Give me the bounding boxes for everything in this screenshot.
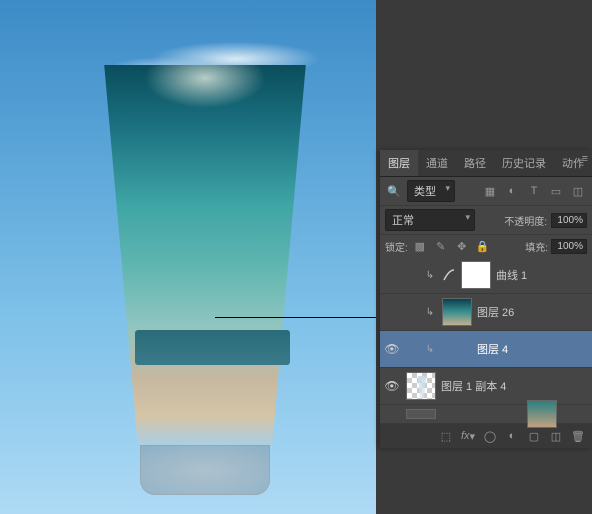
kind-filter-dropdown[interactable]: 类型 — [407, 180, 455, 202]
canvas-area[interactable] — [0, 0, 376, 514]
layers-list: ↳ 曲线 1 ↳ 图层 26 👁 ↳ 图层 4 👁 图层 1 副本 4 — [380, 257, 592, 424]
fill-input[interactable]: 100% — [551, 239, 587, 254]
search-icon[interactable]: 🔍 — [385, 183, 403, 199]
filter-adjust-icon[interactable]: ◐ — [503, 183, 521, 199]
filter-type-icon[interactable]: T — [525, 183, 543, 199]
blend-mode-dropdown[interactable]: 正常 — [385, 209, 475, 231]
lock-position-icon[interactable]: ✥ — [453, 238, 471, 254]
layer-thumbnail — [406, 409, 436, 419]
mask-thumbnail[interactable] — [461, 261, 491, 289]
delete-icon[interactable]: 🗑 — [568, 428, 588, 444]
adjustment-icon[interactable]: ◐ — [502, 428, 522, 444]
lock-transparent-icon[interactable]: ▩ — [411, 238, 429, 254]
fill-label: 填充: — [525, 239, 548, 254]
visibility-toggle[interactable]: 👁 — [383, 379, 401, 393]
layers-panel: 图层 通道 路径 历史记录 动作 ≡ 🔍 类型 ▦ ◐ T ▭ ◫ 正常 不透明… — [380, 150, 592, 448]
clip-icon: ↳ — [423, 344, 437, 355]
glass-base — [140, 445, 270, 495]
lock-label: 锁定: — [385, 239, 408, 254]
lock-image-icon[interactable]: ✎ — [432, 238, 450, 254]
clip-icon: ↳ — [423, 307, 437, 318]
blur-band — [135, 330, 290, 365]
underwater-sunrays — [105, 60, 305, 240]
group-icon[interactable]: ▢ — [524, 428, 544, 444]
filter-smart-icon[interactable]: ◫ — [569, 183, 587, 199]
panel-footer: ⬚ fx▾ ◯ ◐ ▢ ◫ 🗑 — [380, 424, 592, 448]
filter-row: 🔍 类型 ▦ ◐ T ▭ ◫ — [380, 177, 592, 206]
filter-shape-icon[interactable]: ▭ — [547, 183, 565, 199]
layer-row[interactable]: ↳ 图层 26 — [380, 294, 592, 331]
layer-row[interactable]: 👁 图层 1 副本 4 — [380, 368, 592, 405]
layer-row-partial[interactable] — [380, 405, 592, 424]
blend-row: 正常 不透明度: 100% — [380, 206, 592, 235]
clip-icon: ↳ — [423, 270, 437, 281]
filter-pixel-icon[interactable]: ▦ — [481, 183, 499, 199]
layer-row[interactable]: ↳ 曲线 1 — [380, 257, 592, 294]
curves-icon — [442, 268, 456, 282]
panel-menu-icon[interactable]: ≡ — [582, 153, 588, 165]
new-layer-icon[interactable]: ◫ — [546, 428, 566, 444]
layer-name[interactable]: 图层 4 — [477, 341, 508, 357]
fx-icon[interactable]: fx▾ — [458, 428, 478, 444]
layer-row[interactable]: 👁 ↳ 图层 4 — [380, 331, 592, 368]
visibility-toggle[interactable]: 👁 — [383, 342, 401, 356]
opacity-input[interactable]: 100% — [551, 213, 587, 228]
layer-thumbnail[interactable] — [406, 372, 436, 400]
lock-row: 锁定: ▩ ✎ ✥ 🔒 填充: 100% — [380, 235, 592, 257]
glass-body — [85, 65, 325, 465]
tab-layers[interactable]: 图层 — [380, 150, 418, 176]
mask-icon[interactable]: ◯ — [480, 428, 500, 444]
layer-name[interactable]: 图层 1 副本 4 — [441, 378, 506, 394]
layer-thumbnail[interactable] — [442, 298, 472, 326]
layer-name[interactable]: 曲线 1 — [496, 267, 527, 283]
opacity-label: 不透明度: — [504, 213, 547, 228]
layer-thumbnail[interactable] — [527, 400, 557, 428]
glass-composite — [85, 65, 325, 495]
panel-tabs: 图层 通道 路径 历史记录 动作 ≡ — [380, 150, 592, 177]
lock-all-icon[interactable]: 🔒 — [474, 238, 492, 254]
tab-paths[interactable]: 路径 — [456, 150, 494, 176]
tab-channels[interactable]: 通道 — [418, 150, 456, 176]
layer-name[interactable]: 图层 26 — [477, 304, 514, 320]
link-layers-icon[interactable]: ⬚ — [436, 428, 456, 444]
tab-history[interactable]: 历史记录 — [494, 150, 554, 176]
